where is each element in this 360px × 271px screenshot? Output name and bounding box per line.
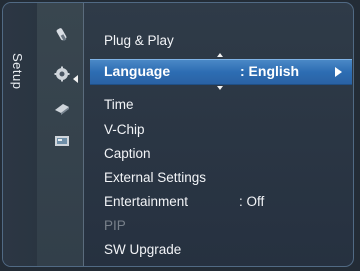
menu-item-label: Entertainment	[104, 194, 189, 209]
menu-item-caption[interactable]: Caption	[104, 146, 151, 161]
language-value: : English	[240, 63, 300, 79]
menu-item-sw-upgrade[interactable]: SW Upgrade	[104, 242, 181, 257]
menu-item-label: External Settings	[104, 170, 207, 185]
menu-item-label: Plug & Play	[104, 33, 174, 48]
setup-menu-list: Plug & Play Language : English Time V-Ch…	[83, 3, 353, 266]
menu-item-external-settings[interactable]: External Settings	[104, 170, 206, 185]
input-icon[interactable]	[54, 101, 70, 117]
menu-item-label: Caption	[104, 146, 151, 161]
picture-icon[interactable]	[54, 27, 70, 43]
menu-item-label: PIP	[104, 218, 126, 233]
active-category-pointer-icon	[73, 75, 78, 83]
menu-item-label: Language	[104, 63, 171, 79]
setup-gear-icon[interactable]	[54, 66, 70, 82]
category-icon-column	[37, 3, 83, 266]
tv-osd-screen: Setup Plug & Play Language: English Tim…	[0, 0, 360, 271]
entertainment-value: : Off	[239, 194, 265, 209]
menu-item-pip: PIP	[104, 218, 126, 233]
scroll-up-indicator-icon	[217, 53, 223, 57]
setup-side-tab[interactable]: Setup	[3, 3, 38, 266]
side-tab-label: Setup	[10, 53, 25, 90]
menu-item-label: V-Chip	[104, 122, 145, 137]
scroll-down-indicator-icon	[217, 86, 223, 90]
menu-item-v-chip[interactable]: V-Chip	[104, 122, 145, 137]
setup-menu-panel: Setup Plug & Play Language: English Tim…	[2, 2, 354, 267]
menu-item-label: SW Upgrade	[104, 242, 182, 257]
menu-item-plug-and-play[interactable]: Plug & Play	[104, 33, 174, 48]
application-icon[interactable]	[54, 133, 70, 149]
menu-item-time[interactable]: Time	[104, 97, 134, 112]
menu-item-language[interactable]: Language : English	[90, 59, 352, 85]
menu-item-label: Time	[104, 97, 134, 112]
menu-item-entertainment[interactable]: Entertainment	[104, 194, 188, 209]
submenu-arrow-icon	[335, 67, 342, 77]
